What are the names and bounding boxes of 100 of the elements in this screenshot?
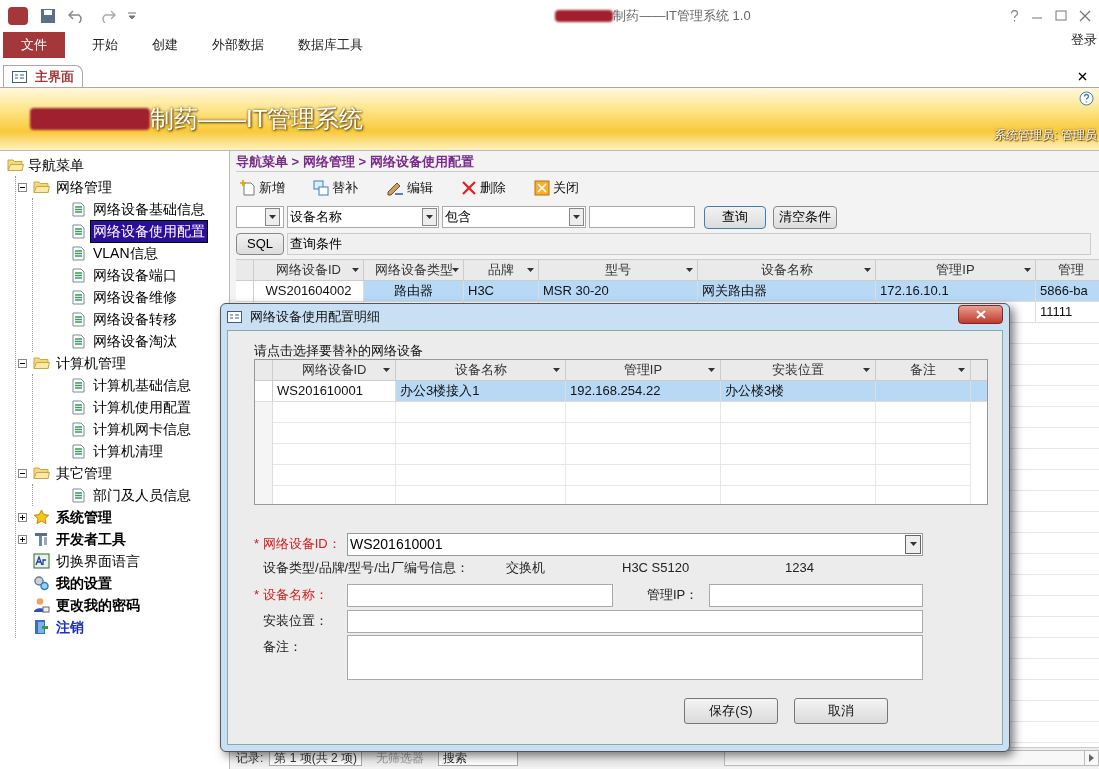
table-row[interactable]: WS201604002 路由器 H3C MSR 30-20 网关路由器 172.16.10.1 5866-ba [236,281,1099,302]
new-document-icon [240,179,256,196]
column-header[interactable]: 网络设备ID [273,360,396,380]
search-value-field[interactable] [589,206,695,228]
table-cell-text: MSR 30-20 [543,282,609,301]
maximize-icon[interactable] [1055,10,1067,22]
nav-item[interactable]: 计算机网卡信息 [91,418,193,440]
nav-item[interactable]: 计算机使用配置 [91,396,193,418]
logic-select[interactable] [236,206,284,228]
manage-ip-field[interactable] [709,583,923,607]
column-header[interactable]: 设备名称 [698,260,876,280]
language-icon [32,553,50,569]
door-icon [32,619,50,635]
nav-item[interactable]: 系统管理 [54,506,114,528]
nav-item[interactable]: 我的设置 [54,572,114,594]
query-condition-field[interactable]: 查询条件 [287,233,1091,255]
document-icon [71,201,85,217]
grid-row[interactable]: WS201610001 办公3楼接入1 192.168.254.22 办公楼3楼 [255,381,987,402]
column-header[interactable]: 网络设备ID [254,260,364,280]
ribbon-tab[interactable]: 创建 [135,32,195,58]
dropdown-caret-icon [1024,268,1031,272]
banner-title: 制药——IT管理系统 [150,104,364,134]
dialog-title: 网络设备使用配置明细 [250,308,380,327]
clear-conditions-button[interactable]: 清空条件 [773,205,837,229]
nav-item[interactable]: 其它管理 [54,462,114,484]
sql-button[interactable]: SQL [236,233,284,255]
table-cell-text: WS201610001 [277,382,363,401]
column-header[interactable]: 型号 [539,260,698,280]
toolbar-button[interactable]: 关闭 [534,177,579,198]
nav-item[interactable]: VLAN信息 [91,242,160,264]
field-label: 管理IP： [647,587,699,603]
location-field[interactable] [347,609,923,633]
dropdown-caret-icon [452,268,459,272]
expand-icon[interactable] [17,512,27,522]
login-link[interactable]: 登录 [1071,30,1097,50]
close-icon[interactable] [1079,10,1091,22]
save-icon[interactable] [40,8,56,24]
toolbar-button[interactable]: 替补 [313,177,358,198]
nav-item[interactable]: 切换界面语言 [54,550,142,572]
nav-item[interactable]: 部门及人员信息 [91,484,193,506]
close-icon [975,310,986,319]
close-button[interactable] [958,305,1003,324]
nav-item[interactable]: 网络设备淘汰 [91,330,179,352]
ribbon-tab[interactable]: 文件 [3,32,65,58]
toolbar-button[interactable]: 删除 [461,177,506,198]
column-header[interactable]: 管理 [1036,260,1099,280]
toolbar-button[interactable]: 新增 [240,177,285,198]
form-icon [227,311,242,323]
nav-item[interactable]: 更改我的密码 [54,594,142,616]
folder-icon [32,466,50,480]
dropdown-caret-icon [708,368,715,372]
dropdown-caret-icon [527,268,534,272]
device-id-combobox[interactable]: WS201610001 [347,532,923,556]
nav-item[interactable]: 计算机基础信息 [91,374,193,396]
nav-item[interactable]: 开发者工具 [54,528,128,550]
close-tab-icon[interactable] [1078,72,1087,81]
collapse-icon[interactable] [17,468,27,478]
customize-caret-icon[interactable] [128,12,136,20]
nav-item[interactable]: 网络设备维修 [91,286,179,308]
scroll-right-icon[interactable] [1089,753,1094,762]
nav-item[interactable]: 计算机管理 [54,352,128,374]
expand-icon[interactable] [17,534,27,544]
query-button[interactable]: 查询 [704,205,766,229]
nav-item[interactable]: 网络管理 [54,176,114,198]
column-header[interactable]: 设备名称 [396,360,566,380]
dropdown-caret-icon [864,268,871,272]
nav-item[interactable]: 网络设备基础信息 [91,198,207,220]
dialog-button[interactable]: 保存(S) [684,698,778,724]
operator-select[interactable]: 包含 [442,206,586,228]
column-header[interactable]: 品牌 [464,260,539,280]
dropdown-caret-icon [352,268,359,272]
toolbar-button[interactable]: 编辑 [386,177,433,198]
nav-item[interactable]: 网络设备端口 [91,264,179,286]
nav-item[interactable]: 网络设备使用配置 [91,220,207,242]
column-header[interactable]: 安装位置 [721,360,876,380]
help-icon[interactable] [1010,10,1019,22]
column-header[interactable]: 备注 [876,360,971,380]
document-tab[interactable]: 主界面 [3,65,83,87]
nav-item[interactable]: 网络设备转移 [91,308,179,330]
nav-item[interactable]: 计算机清理 [91,440,165,462]
table-cell-text: 172.16.10.1 [880,282,949,301]
breadcrumb: 导航菜单 > 网络管理 > 网络设备使用配置 [236,153,475,171]
collapse-icon[interactable] [17,182,27,192]
note-field[interactable] [347,635,923,680]
dialog-button[interactable]: 取消 [794,698,888,724]
dropdown-caret-icon [958,368,965,372]
column-header[interactable]: 管理IP [876,260,1036,280]
dropdown-caret-icon [553,368,560,372]
field-select[interactable]: 设备名称 [287,206,439,228]
document-icon [71,421,85,437]
ribbon-tab[interactable]: 开始 [75,32,135,58]
help-icon[interactable] [1079,91,1094,106]
ribbon-tab[interactable]: 外部数据 [195,32,281,58]
nav-root[interactable]: 导航菜单 [28,154,84,176]
column-header[interactable]: 管理IP [566,360,721,380]
ribbon-tab[interactable]: 数据库工具 [281,32,380,58]
nav-item[interactable]: 注销 [54,616,86,638]
column-header[interactable]: 网络设备类型 [364,260,464,280]
device-name-field[interactable] [347,583,613,607]
collapse-icon[interactable] [17,358,27,368]
